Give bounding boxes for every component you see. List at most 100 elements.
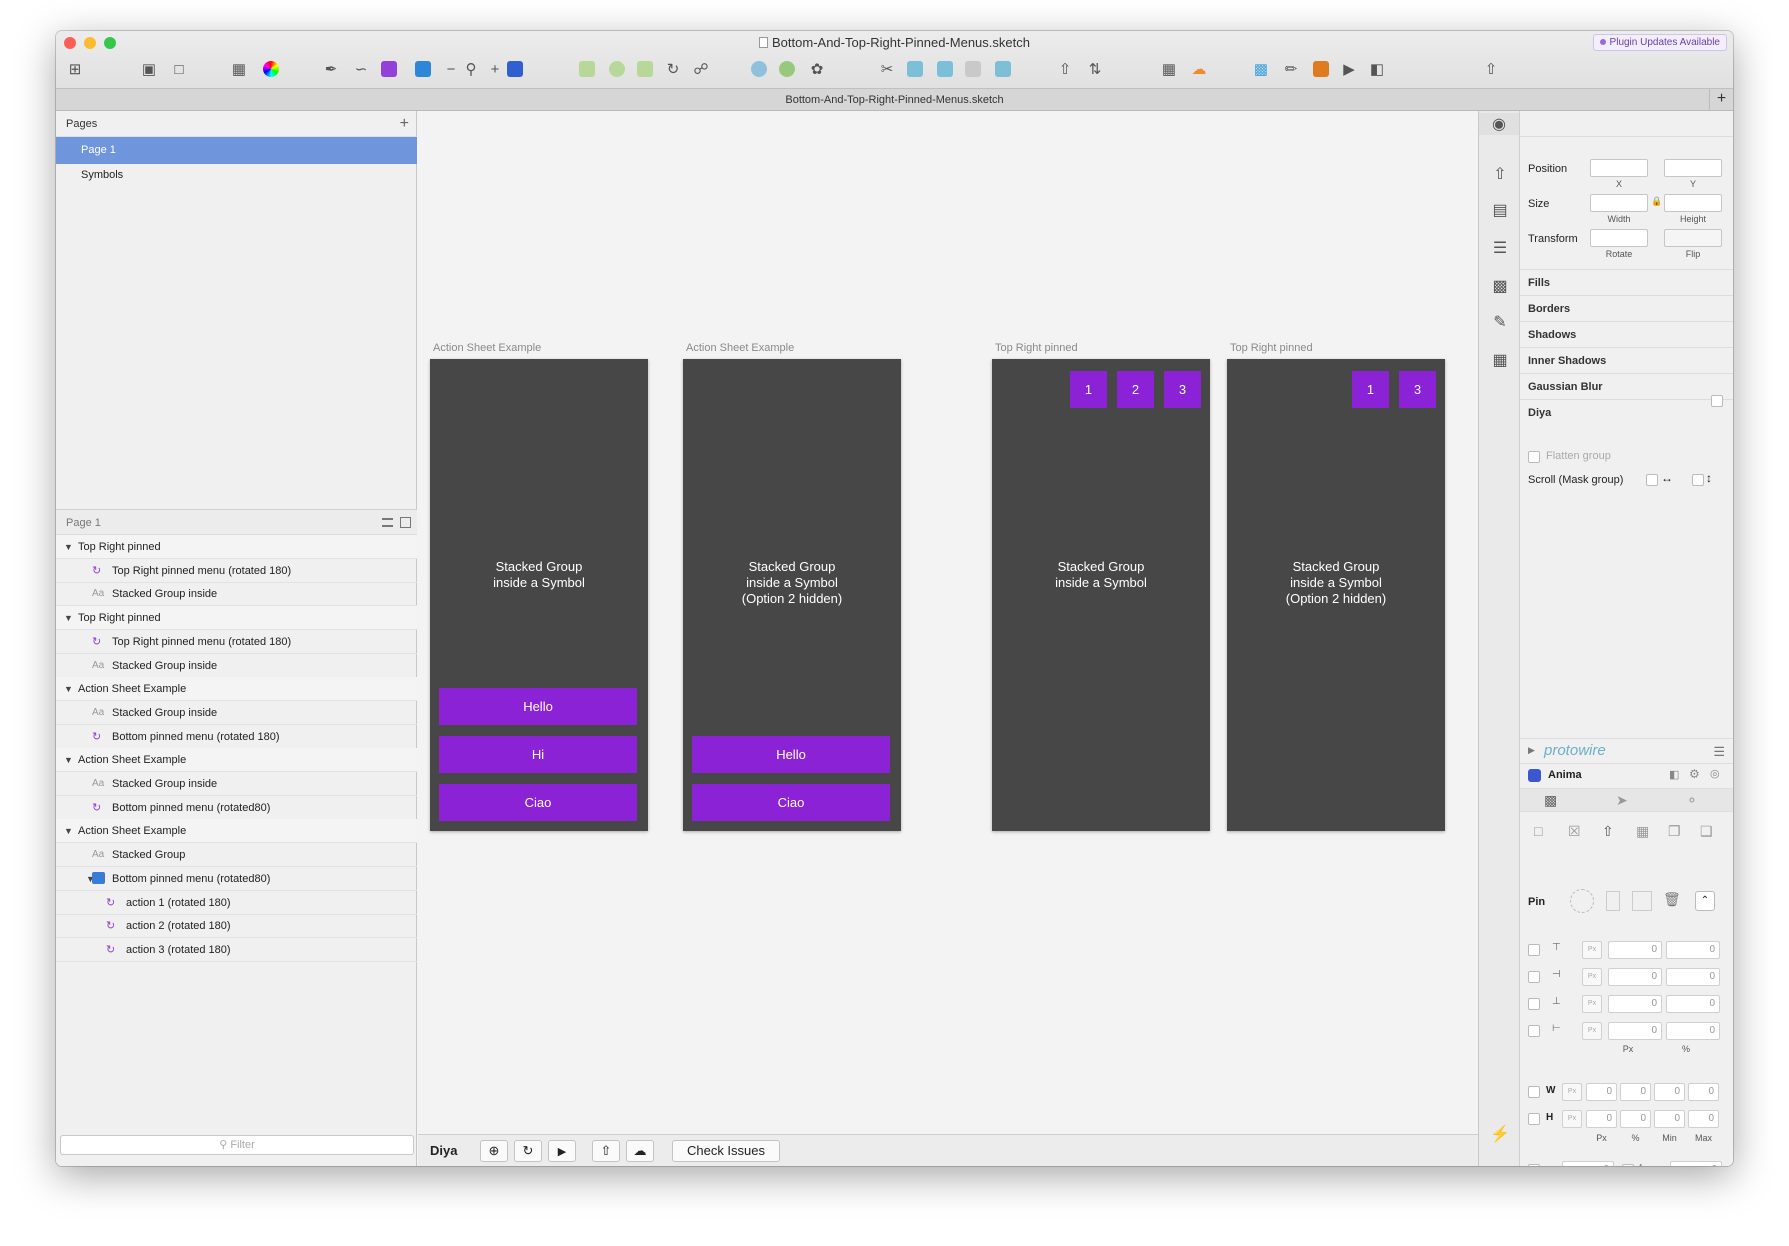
layer-row[interactable]: ▼ Action Sheet Example xyxy=(56,677,417,702)
artboard[interactable]: Stacked Group inside a Symbol (Option 2 hi… xyxy=(683,359,901,831)
zoom-out-icon[interactable]: − xyxy=(440,58,462,80)
bolt-icon[interactable]: ⚡ xyxy=(1489,1123,1511,1145)
artboard-label[interactable]: Action Sheet Example xyxy=(433,342,541,354)
detach-icon[interactable]: ☒ xyxy=(1568,823,1581,840)
horizontal-field[interactable]: 0 xyxy=(1562,1161,1614,1166)
inspector-section-header[interactable]: Fills xyxy=(1520,269,1733,295)
pen-icon[interactable]: ✒ xyxy=(320,58,342,80)
copy-icon[interactable]: ❑ xyxy=(1700,823,1713,840)
layer-row[interactable]: ↻ Bottom pinned menu (rotated80) xyxy=(56,796,417,820)
rotate-icon[interactable]: ↻ xyxy=(662,58,684,80)
document-tab[interactable]: Bottom-And-Top-Right-Pinned-Menus.sketch… xyxy=(56,88,1733,111)
color-wheel-icon[interactable] xyxy=(260,58,282,80)
inspector-section-header[interactable]: Gaussian Blur xyxy=(1520,373,1733,399)
artboard-label[interactable]: Action Sheet Example xyxy=(686,342,794,354)
flip-buttons[interactable] xyxy=(1664,229,1722,247)
position-x-field[interactable] xyxy=(1590,159,1648,177)
symbol-icon[interactable]: ▦ xyxy=(228,58,250,80)
size-checkbox[interactable] xyxy=(1528,1113,1540,1125)
help-icon[interactable]: ◎ xyxy=(1710,767,1720,780)
layer-row[interactable]: ▼ Action Sheet Example xyxy=(56,819,417,844)
pin-pct-field[interactable]: 0 xyxy=(1666,968,1720,986)
list-icon[interactable]: ☰ xyxy=(1489,237,1511,259)
layout-tab-icon[interactable]: ▩ xyxy=(1544,792,1557,809)
list-icon[interactable] xyxy=(382,518,393,527)
pin-px-field[interactable]: 0 xyxy=(1608,995,1662,1013)
action-button[interactable]: Hello xyxy=(692,736,890,773)
grid-icon[interactable]: ▦ xyxy=(1636,823,1649,840)
pen-tool-icon[interactable]: ✎ xyxy=(1489,311,1511,333)
width-field[interactable] xyxy=(1590,194,1648,212)
flatten-group-checkbox[interactable] xyxy=(1528,451,1540,463)
pin-checkbox[interactable] xyxy=(1528,944,1540,956)
artboard-label[interactable]: Top Right pinned xyxy=(995,342,1078,354)
px-unit-toggle[interactable]: Px xyxy=(1582,968,1602,986)
disclosure-triangle-icon[interactable]: ▼ xyxy=(64,677,73,701)
action-button[interactable]: Ciao xyxy=(692,784,890,821)
play-icon[interactable]: ▶ xyxy=(1338,58,1360,80)
menu-square-button[interactable]: 1 xyxy=(1070,371,1107,408)
grid-icon[interactable]: ▦ xyxy=(1158,58,1180,80)
layer-row[interactable]: ▼ Bottom pinned menu (rotated80) xyxy=(56,867,417,891)
layer-back-icon[interactable] xyxy=(992,58,1014,80)
size-value-field[interactable]: 0 xyxy=(1620,1083,1651,1101)
size-value-field[interactable]: 0 xyxy=(1688,1083,1719,1101)
panel-toggle-icon[interactable]: ◧ xyxy=(1669,768,1679,781)
artboard[interactable]: Stacked Group inside a Symbol (Option 2 hi… xyxy=(1227,359,1445,831)
vector-icon[interactable]: ∽ xyxy=(350,58,372,80)
protowire-row[interactable]: ▶ protowire ☰ xyxy=(1520,738,1733,764)
gear-icon[interactable]: ⚙ xyxy=(1689,767,1700,781)
height-field[interactable] xyxy=(1664,194,1722,212)
layer-row[interactable]: Aa Stacked Group inside xyxy=(56,701,417,725)
action-button[interactable]: Ciao xyxy=(439,784,637,821)
pin-center-icon[interactable] xyxy=(1570,889,1594,913)
boolean-subtract-icon[interactable] xyxy=(776,58,798,80)
play-button[interactable]: ▶ xyxy=(548,1140,576,1162)
disclosure-triangle-icon[interactable]: ▼ xyxy=(64,748,73,772)
scissors-icon[interactable]: ✂ xyxy=(876,58,898,80)
boolean-union-icon[interactable] xyxy=(748,58,770,80)
layer-row[interactable]: ↻ Top Right pinned menu (rotated 180) xyxy=(56,630,417,654)
horizontal-checkbox[interactable] xyxy=(1528,1164,1540,1166)
filter-input[interactable]: ⚲ Filter xyxy=(60,1135,414,1155)
lock-icon[interactable]: 🔒 xyxy=(1651,196,1662,207)
layer-row[interactable]: Aa Stacked Group xyxy=(56,843,417,868)
upload-icon[interactable]: ⇧ xyxy=(1602,823,1614,840)
artboard[interactable]: Stacked Group inside a Symbol 1 2 3 xyxy=(992,359,1210,831)
disclosure-triangle-icon[interactable]: ▼ xyxy=(64,606,73,630)
page-row[interactable]: Page 1 xyxy=(56,137,417,164)
pin-checkbox[interactable] xyxy=(1528,971,1540,983)
layer-row[interactable]: ▼ Action Sheet Example xyxy=(56,748,417,773)
cloud-button[interactable]: ☁ xyxy=(626,1140,654,1162)
layer-front-icon[interactable] xyxy=(962,58,984,80)
menu-icon[interactable]: ☰ xyxy=(1713,744,1725,760)
pin-checkbox[interactable] xyxy=(1528,998,1540,1010)
vertical-checkbox[interactable] xyxy=(1622,1164,1634,1166)
globe-icon[interactable]: ▩ xyxy=(1250,58,1272,80)
add-target-button[interactable]: ⊕ xyxy=(480,1140,508,1162)
duplicate-icon[interactable]: ❐ xyxy=(1668,823,1681,840)
px-unit-toggle[interactable]: Px xyxy=(1562,1110,1582,1128)
collapse-icon[interactable] xyxy=(400,517,411,528)
layer-forward-icon[interactable] xyxy=(904,58,926,80)
layer-row[interactable]: ↻ Top Right pinned menu (rotated 180) xyxy=(56,559,417,583)
brush-icon[interactable]: ✏ xyxy=(1280,58,1302,80)
scroll-vertical-checkbox[interactable] xyxy=(1692,474,1704,486)
inspector-section-header[interactable]: Inner Shadows xyxy=(1520,347,1733,373)
layer-row[interactable]: Aa Stacked Group inside xyxy=(56,582,417,607)
inspector-section-header[interactable]: Shadows xyxy=(1520,321,1733,347)
menu-square-button[interactable]: 1 xyxy=(1352,371,1389,408)
flower-icon[interactable]: ✿ xyxy=(806,58,828,80)
symbol-swap-icon[interactable]: ▩ xyxy=(1489,275,1511,297)
layer-row[interactable]: ↻ action 1 (rotated 180) xyxy=(56,891,417,915)
rocket-tab-icon[interactable]: ➤ xyxy=(1616,792,1628,809)
vertical-field[interactable]: 0 xyxy=(1670,1161,1722,1166)
upload-icon[interactable]: ⇧ xyxy=(1054,58,1076,80)
trash-icon[interactable]: 🗑 xyxy=(1663,891,1681,908)
cloud-icon[interactable]: ☁ xyxy=(1188,58,1210,80)
square-icon[interactable] xyxy=(1310,58,1332,80)
inspector-tab-icon[interactable]: ◉ xyxy=(1479,113,1519,135)
pin-horizontal-icon[interactable] xyxy=(1632,891,1652,911)
size-value-field[interactable]: 0 xyxy=(1688,1110,1719,1128)
group-icon[interactable]: ▣ xyxy=(138,58,160,80)
